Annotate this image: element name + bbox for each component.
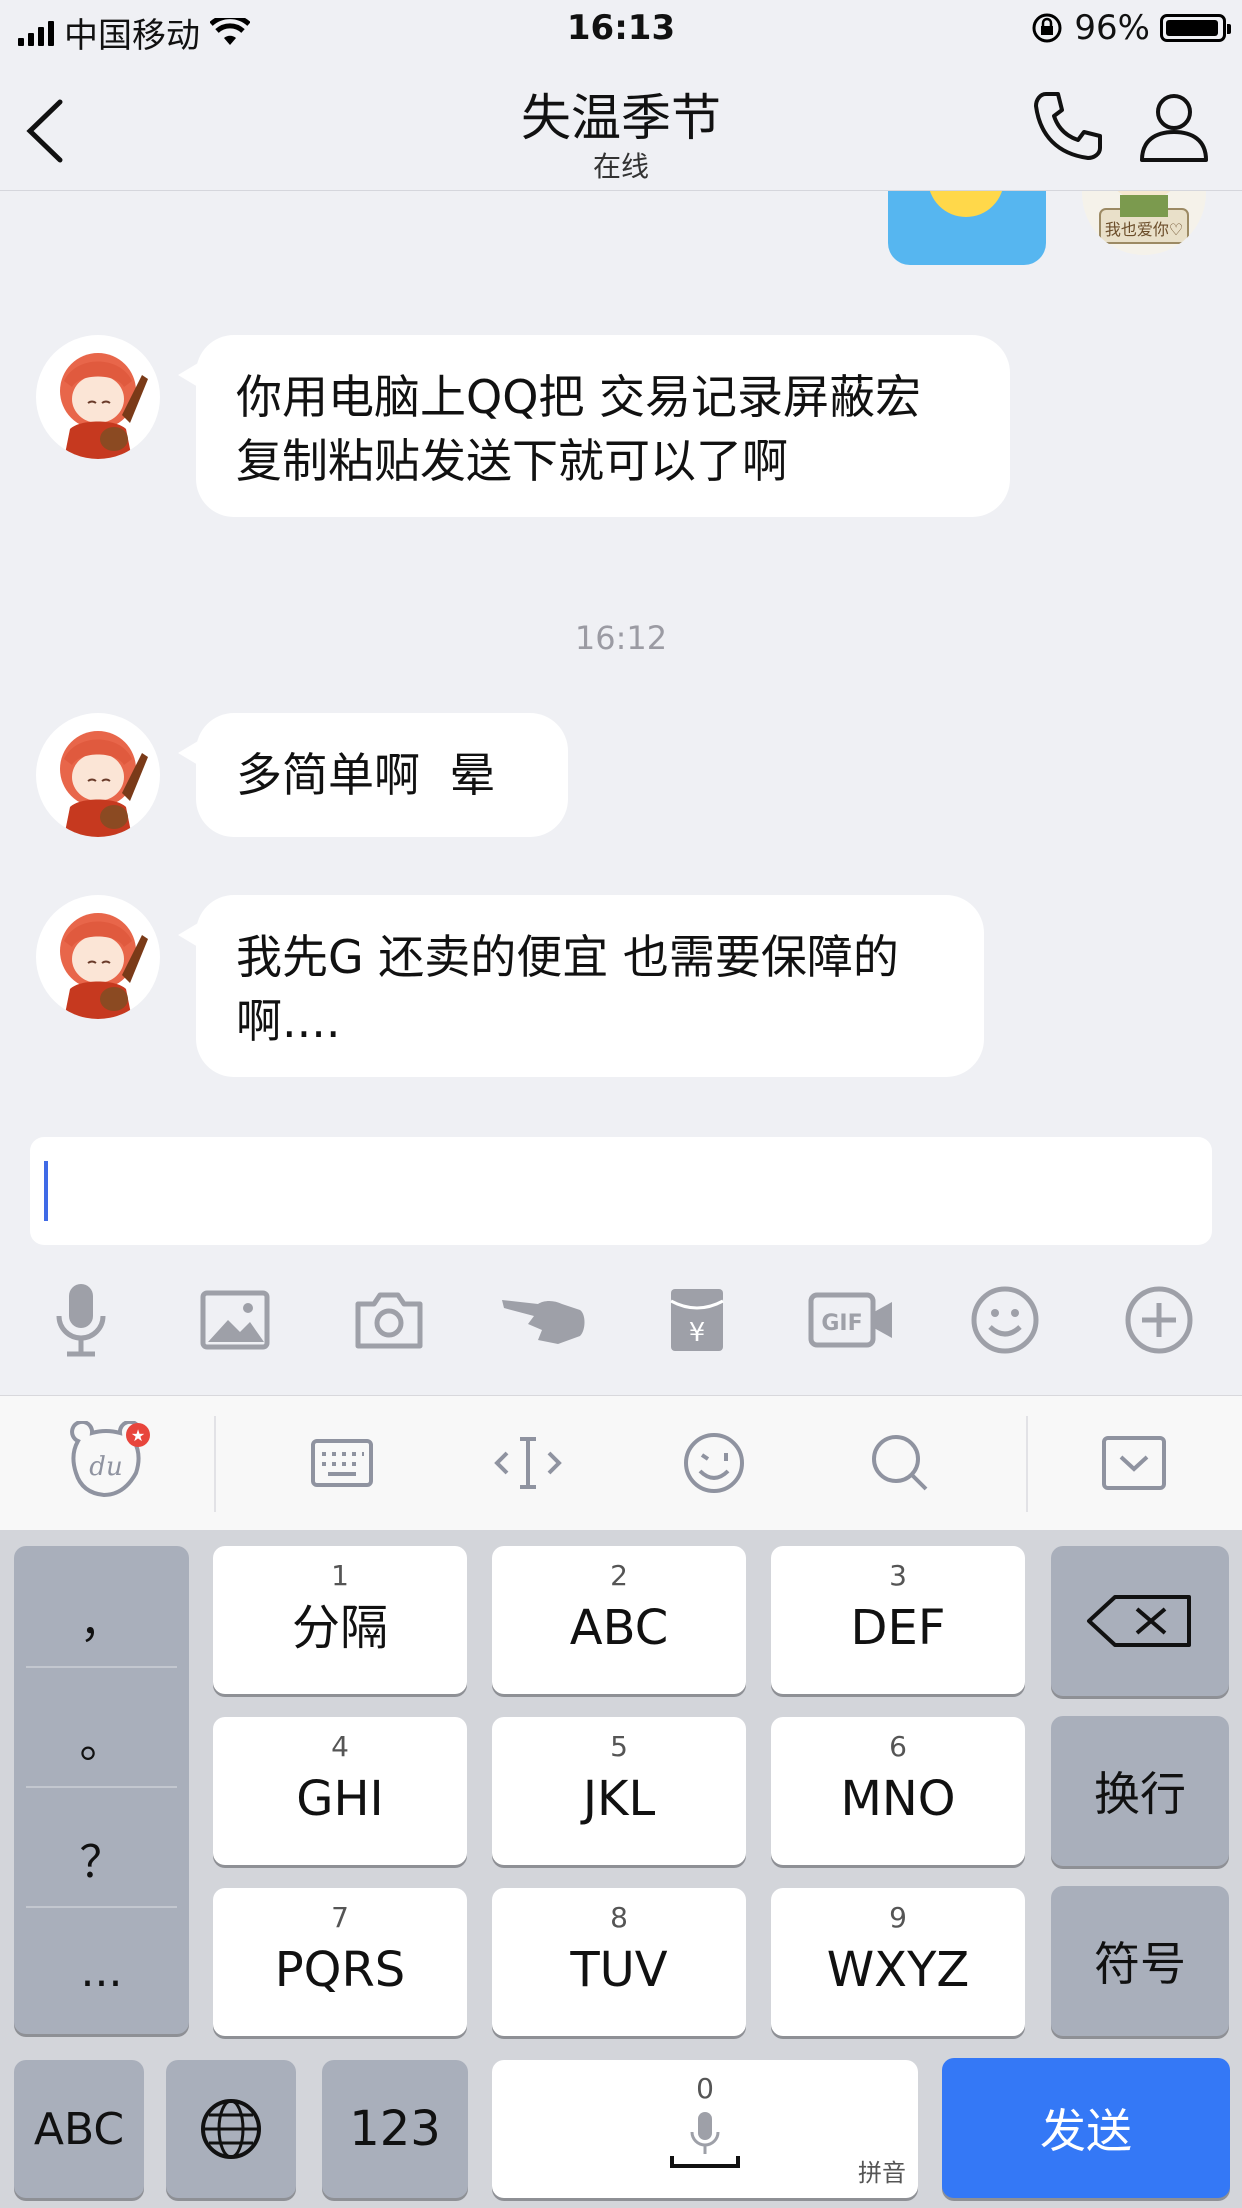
svg-text:GIF: GIF	[821, 1311, 862, 1336]
key-label: MNO	[840, 1771, 956, 1827]
collapse-icon[interactable]	[1092, 1418, 1176, 1508]
divider	[1026, 1416, 1028, 1512]
image-icon[interactable]	[190, 1270, 280, 1370]
status-bar: 中国移动 16:13 96%	[0, 0, 1242, 60]
divider	[214, 1416, 216, 1512]
svg-text:¥: ¥	[689, 1318, 706, 1348]
contact-avatar[interactable]	[36, 335, 160, 459]
key-label: ABC	[569, 1600, 669, 1656]
red-envelope-icon[interactable]: ¥	[652, 1270, 742, 1370]
key-4[interactable]: 4 GHI	[213, 1717, 467, 1865]
rotation-lock-icon	[1032, 13, 1062, 43]
contact-avatar[interactable]	[36, 895, 160, 1019]
chat-area[interactable]: 我也爱你♡ 你用电脑上QQ把 交易记录屏蔽宏 复制粘贴发送下就可以了啊 16:1…	[0, 191, 1242, 1137]
message-bubble[interactable]: 多简单啊 晕	[178, 713, 568, 837]
camera-icon[interactable]	[344, 1270, 434, 1370]
svg-text:du: du	[89, 1452, 122, 1482]
poke-icon[interactable]	[498, 1270, 588, 1370]
keyboard: ， 。 ？ ... 1 分隔 2 ABC 3 DEF 4 GHI 5 JKL 6 MNO 7…	[0, 1530, 1242, 2208]
divider	[26, 1906, 177, 1908]
phone-icon[interactable]	[1030, 88, 1106, 164]
backspace-icon	[1087, 1595, 1191, 1647]
du-logo-icon[interactable]: du ★	[64, 1418, 154, 1508]
anime-girl-avatar-icon	[60, 353, 148, 459]
key-number: 3	[889, 1559, 907, 1592]
cartoon-avatar-icon: 我也爱你♡	[1099, 191, 1189, 244]
contact-avatar[interactable]	[36, 713, 160, 837]
globe-key[interactable]	[166, 2060, 296, 2198]
battery-icon	[1160, 14, 1231, 42]
message-text: 我先G 还卖的便宜 也需要保障的啊....	[236, 930, 899, 1048]
comma-key[interactable]: ，	[14, 1586, 189, 1650]
nav-bar: 失温季节 在线	[0, 60, 1242, 191]
key-7[interactable]: 7 PQRS	[213, 1888, 467, 2036]
newline-key[interactable]: 换行	[1051, 1716, 1229, 1866]
battery-percent: 96%	[1074, 8, 1150, 48]
key-number: 5	[610, 1730, 628, 1763]
message-text: 你用电脑上QQ把 交易记录屏蔽宏 复制粘贴发送下就可以了啊	[236, 370, 922, 488]
key-5[interactable]: 5 JKL	[492, 1717, 746, 1865]
key-label: GHI	[296, 1771, 384, 1827]
key-number: 8	[610, 1901, 628, 1934]
number-mode-key[interactable]: 123	[322, 2060, 468, 2198]
anime-girl-avatar-icon	[60, 913, 148, 1019]
key-label: 分隔	[291, 1600, 388, 1656]
keyboard-icon[interactable]	[300, 1418, 384, 1508]
divider	[26, 1666, 177, 1668]
key-label: DEF	[850, 1600, 946, 1656]
key-label: WXYZ	[826, 1942, 970, 1998]
battery-fill	[1166, 20, 1218, 36]
pinyin-hint: 拼音	[858, 2159, 906, 2187]
emoji-wink-icon[interactable]	[672, 1418, 756, 1508]
key-label: JKL	[582, 1771, 656, 1827]
question-key[interactable]: ？	[14, 1826, 189, 1890]
key-9[interactable]: 9 WXYZ	[771, 1888, 1025, 2036]
send-button[interactable]: 发送	[942, 2058, 1230, 2198]
key-number: 1	[331, 1559, 349, 1592]
key-number: 4	[331, 1730, 349, 1763]
key-1[interactable]: 1 分隔	[213, 1546, 467, 1694]
key-number: 7	[331, 1901, 349, 1934]
key-8[interactable]: 8 TUV	[492, 1888, 746, 2036]
my-avatar-caption: 我也爱你♡	[1105, 220, 1183, 239]
message-input[interactable]	[30, 1137, 1212, 1245]
message-bubble[interactable]: 你用电脑上QQ把 交易记录屏蔽宏 复制粘贴发送下就可以了啊	[178, 335, 1010, 517]
divider	[26, 1786, 177, 1788]
chat-toolbar: ¥ GIF	[0, 1270, 1242, 1370]
key-label: PQRS	[274, 1942, 406, 1998]
globe-icon	[201, 2099, 261, 2159]
message-bubble[interactable]: 我先G 还卖的便宜 也需要保障的啊....	[178, 895, 984, 1077]
symbols-key[interactable]: 符号	[1051, 1886, 1229, 2036]
key-number: 2	[610, 1559, 628, 1592]
anime-girl-avatar-icon	[60, 731, 148, 837]
profile-icon[interactable]	[1136, 88, 1212, 164]
svg-text:★: ★	[131, 1426, 145, 1445]
mic-icon[interactable]	[36, 1270, 126, 1370]
key-6[interactable]: 6 MNO	[771, 1717, 1025, 1865]
cursor-icon[interactable]	[486, 1418, 570, 1508]
delete-key[interactable]	[1051, 1546, 1229, 1696]
message-timestamp: 16:12	[574, 619, 668, 657]
period-key[interactable]: 。	[14, 1706, 189, 1770]
space-number: 0	[696, 2072, 714, 2105]
key-3[interactable]: 3 DEF	[771, 1546, 1025, 1694]
emoji-icon[interactable]	[960, 1270, 1050, 1370]
punctuation-column[interactable]: ， 。 ？ ...	[14, 1546, 189, 2034]
text-caret	[44, 1161, 48, 1221]
my-avatar[interactable]: 我也爱你♡	[1082, 191, 1206, 255]
status-right: 96%	[1030, 8, 1231, 48]
key-number: 6	[889, 1730, 907, 1763]
keyboard-top-bar: du ★	[0, 1395, 1242, 1531]
mic-icon	[670, 2112, 740, 2168]
message-text: 多简单啊 晕	[236, 748, 496, 802]
plus-icon[interactable]	[1114, 1270, 1204, 1370]
key-number: 9	[889, 1901, 907, 1934]
space-key[interactable]: 0 拼音	[492, 2060, 918, 2198]
gif-icon[interactable]: GIF	[806, 1270, 896, 1370]
abc-key[interactable]: ABC	[14, 2060, 144, 2198]
ellipsis-key[interactable]: ...	[14, 1946, 189, 1997]
key-label: TUV	[570, 1942, 668, 1998]
search-icon[interactable]	[858, 1418, 942, 1508]
key-2[interactable]: 2 ABC	[492, 1546, 746, 1694]
